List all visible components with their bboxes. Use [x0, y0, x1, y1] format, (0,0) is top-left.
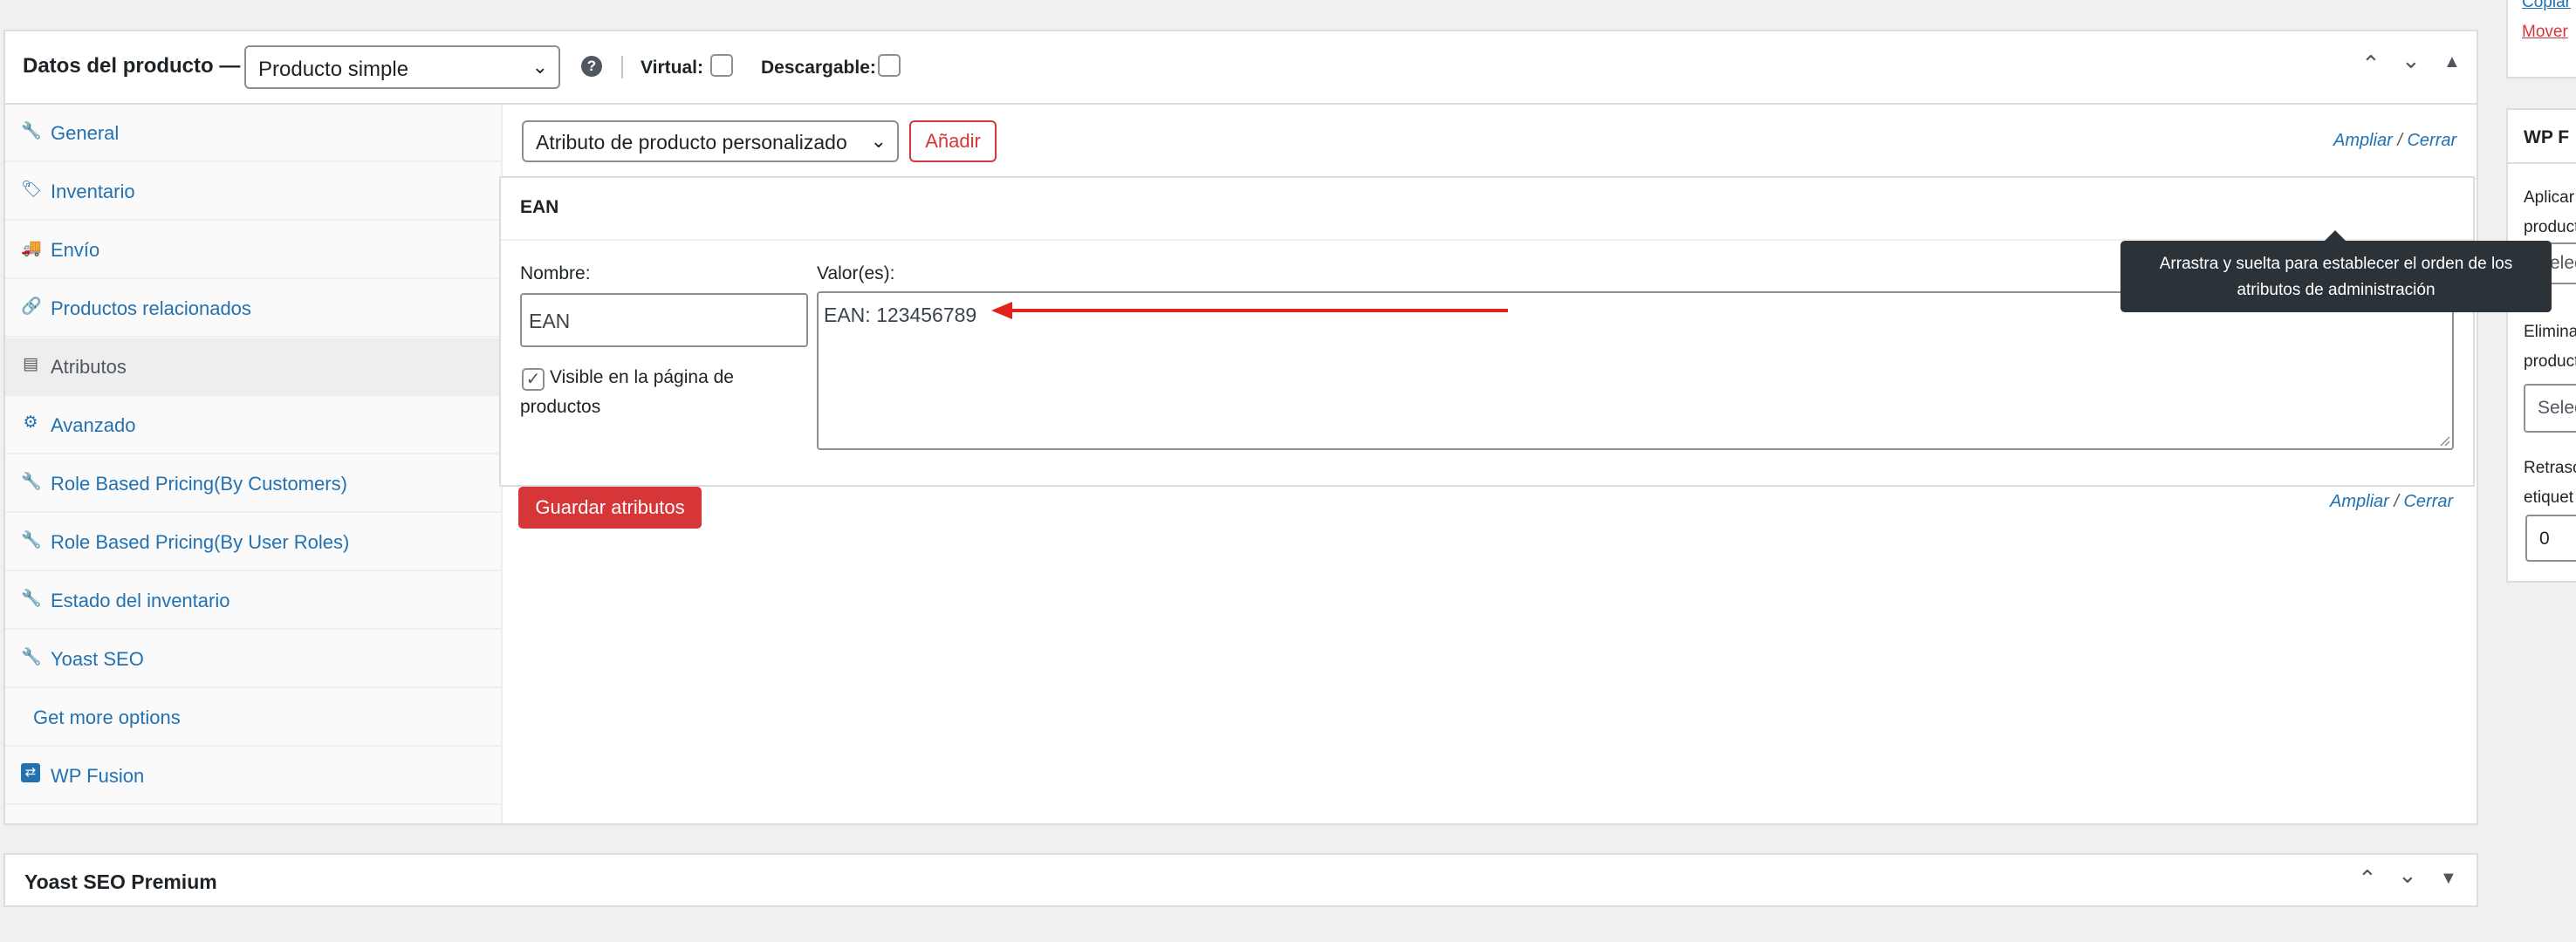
product-data-tabs: 🔧 General 🏷 Inventario 🚚 Envío 🔗 Product…	[5, 105, 503, 823]
product-type-value: Producto simple	[258, 58, 409, 81]
wrench-icon: 🔧	[21, 473, 42, 491]
red-annotation-arrow-icon	[991, 302, 1508, 319]
link-icon: 🔗	[21, 297, 42, 316]
tab-linked-products[interactable]: 🔗 Productos relacionados	[5, 280, 503, 338]
tab-label: WP Fusion	[51, 765, 145, 787]
chevron-down-icon: ⌄	[531, 56, 548, 78]
tab-inventory-status[interactable]: 🔧 Estado del inventario	[5, 572, 503, 630]
tab-label: Role Based Pricing(By Customers)	[51, 473, 347, 495]
expand-collapse-links: Ampliar / Cerrar	[2333, 131, 2456, 151]
tab-label: Estado del inventario	[51, 590, 230, 611]
product-type-select[interactable]: Producto simple ⌄	[244, 45, 560, 89]
yoast-box-title: Yoast SEO Premium	[24, 870, 217, 893]
add-attribute-button[interactable]: Añadir	[909, 120, 997, 162]
wp-fusion-sidebar-box: WP F Aplicar product Selec Elimina produ…	[2506, 108, 2576, 583]
help-icon[interactable]: ?	[581, 56, 602, 77]
name-label: Nombre:	[520, 263, 591, 283]
values-label: Valor(es):	[817, 263, 895, 283]
copy-link[interactable]: Copiar	[2522, 0, 2571, 12]
attribute-name-input[interactable]: EAN	[520, 293, 808, 347]
virtual-checkbox[interactable]	[710, 54, 733, 77]
delay-label: Retraso	[2524, 459, 2576, 477]
tab-label: Inventario	[51, 181, 135, 202]
move-link[interactable]: Mover	[2522, 23, 2568, 42]
yoast-seo-premium-box: Yoast SEO Premium ⌃ ⌄ ▼	[3, 853, 2478, 907]
save-attributes-button[interactable]: Guardar atributos	[518, 487, 702, 529]
wrench-icon: 🔧	[21, 648, 42, 666]
apply-tags-label: Aplicar	[2524, 188, 2575, 207]
downloadable-label: Descargable:	[761, 58, 876, 78]
wrench-icon: 🔧	[21, 122, 42, 140]
wp-fusion-logo-icon: ⇄	[21, 763, 40, 782]
tab-label: Atributos	[51, 356, 127, 378]
tab-label: Envío	[51, 239, 100, 261]
apply-tags-label-2: product	[2524, 218, 2576, 236]
attribute-type-select[interactable]: Atributo de producto personalizado ⌄	[522, 120, 899, 162]
tab-yoast-seo[interactable]: 🔧 Yoast SEO	[5, 631, 503, 688]
attribute-row-header[interactable]: EAN	[501, 178, 2473, 241]
table-icon: ▤	[23, 355, 38, 373]
remove-tags-label-2: product	[2524, 352, 2576, 371]
tooltip-pointer	[2325, 230, 2346, 241]
product-data-title: Datos del producto —	[23, 54, 241, 78]
attributes-toolbar: Atributo de producto personalizado ⌄ Aña…	[504, 105, 2477, 180]
attribute-type-value: Atributo de producto personalizado	[536, 131, 847, 154]
tab-wp-fusion[interactable]: ⇄ WP Fusion	[5, 747, 503, 805]
tab-advanced[interactable]: ⚙ Avanzado	[5, 397, 503, 454]
sidebar-publish-box: Copiar Mover	[2506, 0, 2576, 78]
wp-fusion-box-header: WP F	[2508, 110, 2576, 164]
product-data-header: Datos del producto — Producto simple ⌄ ?…	[5, 31, 2477, 105]
link-separator: /	[2397, 131, 2402, 150]
attribute-row-title: EAN	[520, 197, 559, 217]
attribute-values-text: EAN: 123456789	[824, 304, 977, 326]
move-up-icon[interactable]: ⌃	[2358, 865, 2377, 892]
attribute-row-ean: EAN Nombre: EAN ✓ Visible en la página d…	[499, 176, 2475, 487]
tab-role-pricing-user-roles[interactable]: 🔧 Role Based Pricing(By User Roles)	[5, 514, 503, 571]
drag-order-tooltip: Arrastra y suelta para establecer el ord…	[2120, 241, 2552, 312]
tag-icon: 🏷	[21, 181, 43, 199]
visible-on-product-page-label: Visible en la página de productos	[520, 367, 734, 417]
tab-label: General	[51, 122, 120, 144]
expand-collapse-links-bottom: Ampliar / Cerrar	[2330, 492, 2453, 512]
gear-icon: ⚙	[23, 413, 38, 432]
close-link[interactable]: Cerrar	[2407, 131, 2456, 150]
tab-role-pricing-customers[interactable]: 🔧 Role Based Pricing(By Customers)	[5, 455, 503, 513]
tab-general[interactable]: 🔧 General	[5, 105, 503, 162]
expand-link[interactable]: Ampliar	[2333, 131, 2393, 150]
tab-label: Yoast SEO	[51, 648, 144, 670]
virtual-label: Virtual:	[641, 58, 703, 78]
truck-icon: 🚚	[21, 239, 42, 257]
collapse-toggle-icon[interactable]: ▲	[2443, 52, 2461, 72]
tab-label: Productos relacionados	[51, 297, 251, 319]
resize-grip-icon[interactable]	[2438, 434, 2450, 447]
tab-label: Role Based Pricing(By User Roles)	[51, 531, 350, 553]
move-down-icon[interactable]: ⌄	[2401, 47, 2421, 74]
wrench-icon: 🔧	[21, 531, 42, 550]
wrench-icon: 🔧	[21, 590, 42, 608]
delay-input[interactable]: 0	[2525, 515, 2576, 562]
collapse-toggle-icon[interactable]: ▼	[2440, 869, 2457, 889]
chevron-down-icon: ⌄	[870, 130, 887, 152]
tab-label: Avanzado	[51, 414, 136, 436]
tab-shipping[interactable]: 🚚 Envío	[5, 222, 503, 279]
remove-tags-select[interactable]: Selec	[2524, 384, 2576, 433]
move-down-icon[interactable]: ⌄	[2398, 862, 2417, 889]
link-separator: /	[2394, 492, 2399, 511]
move-up-icon[interactable]: ⌃	[2361, 51, 2381, 78]
expand-link[interactable]: Ampliar	[2330, 492, 2389, 511]
header-divider	[621, 56, 623, 78]
tab-inventory[interactable]: 🏷 Inventario	[5, 163, 503, 221]
downloadable-checkbox[interactable]	[878, 54, 901, 77]
tab-get-more-options[interactable]: Get more options	[5, 689, 503, 747]
wp-fusion-box-title: WP F	[2524, 127, 2570, 147]
close-link[interactable]: Cerrar	[2403, 492, 2453, 511]
tab-label: Get more options	[33, 706, 181, 728]
remove-tags-label: Elimina	[2524, 323, 2576, 341]
tab-attributes[interactable]: ▤ Atributos	[5, 338, 503, 396]
delay-label-2: etiquet	[2524, 488, 2574, 507]
